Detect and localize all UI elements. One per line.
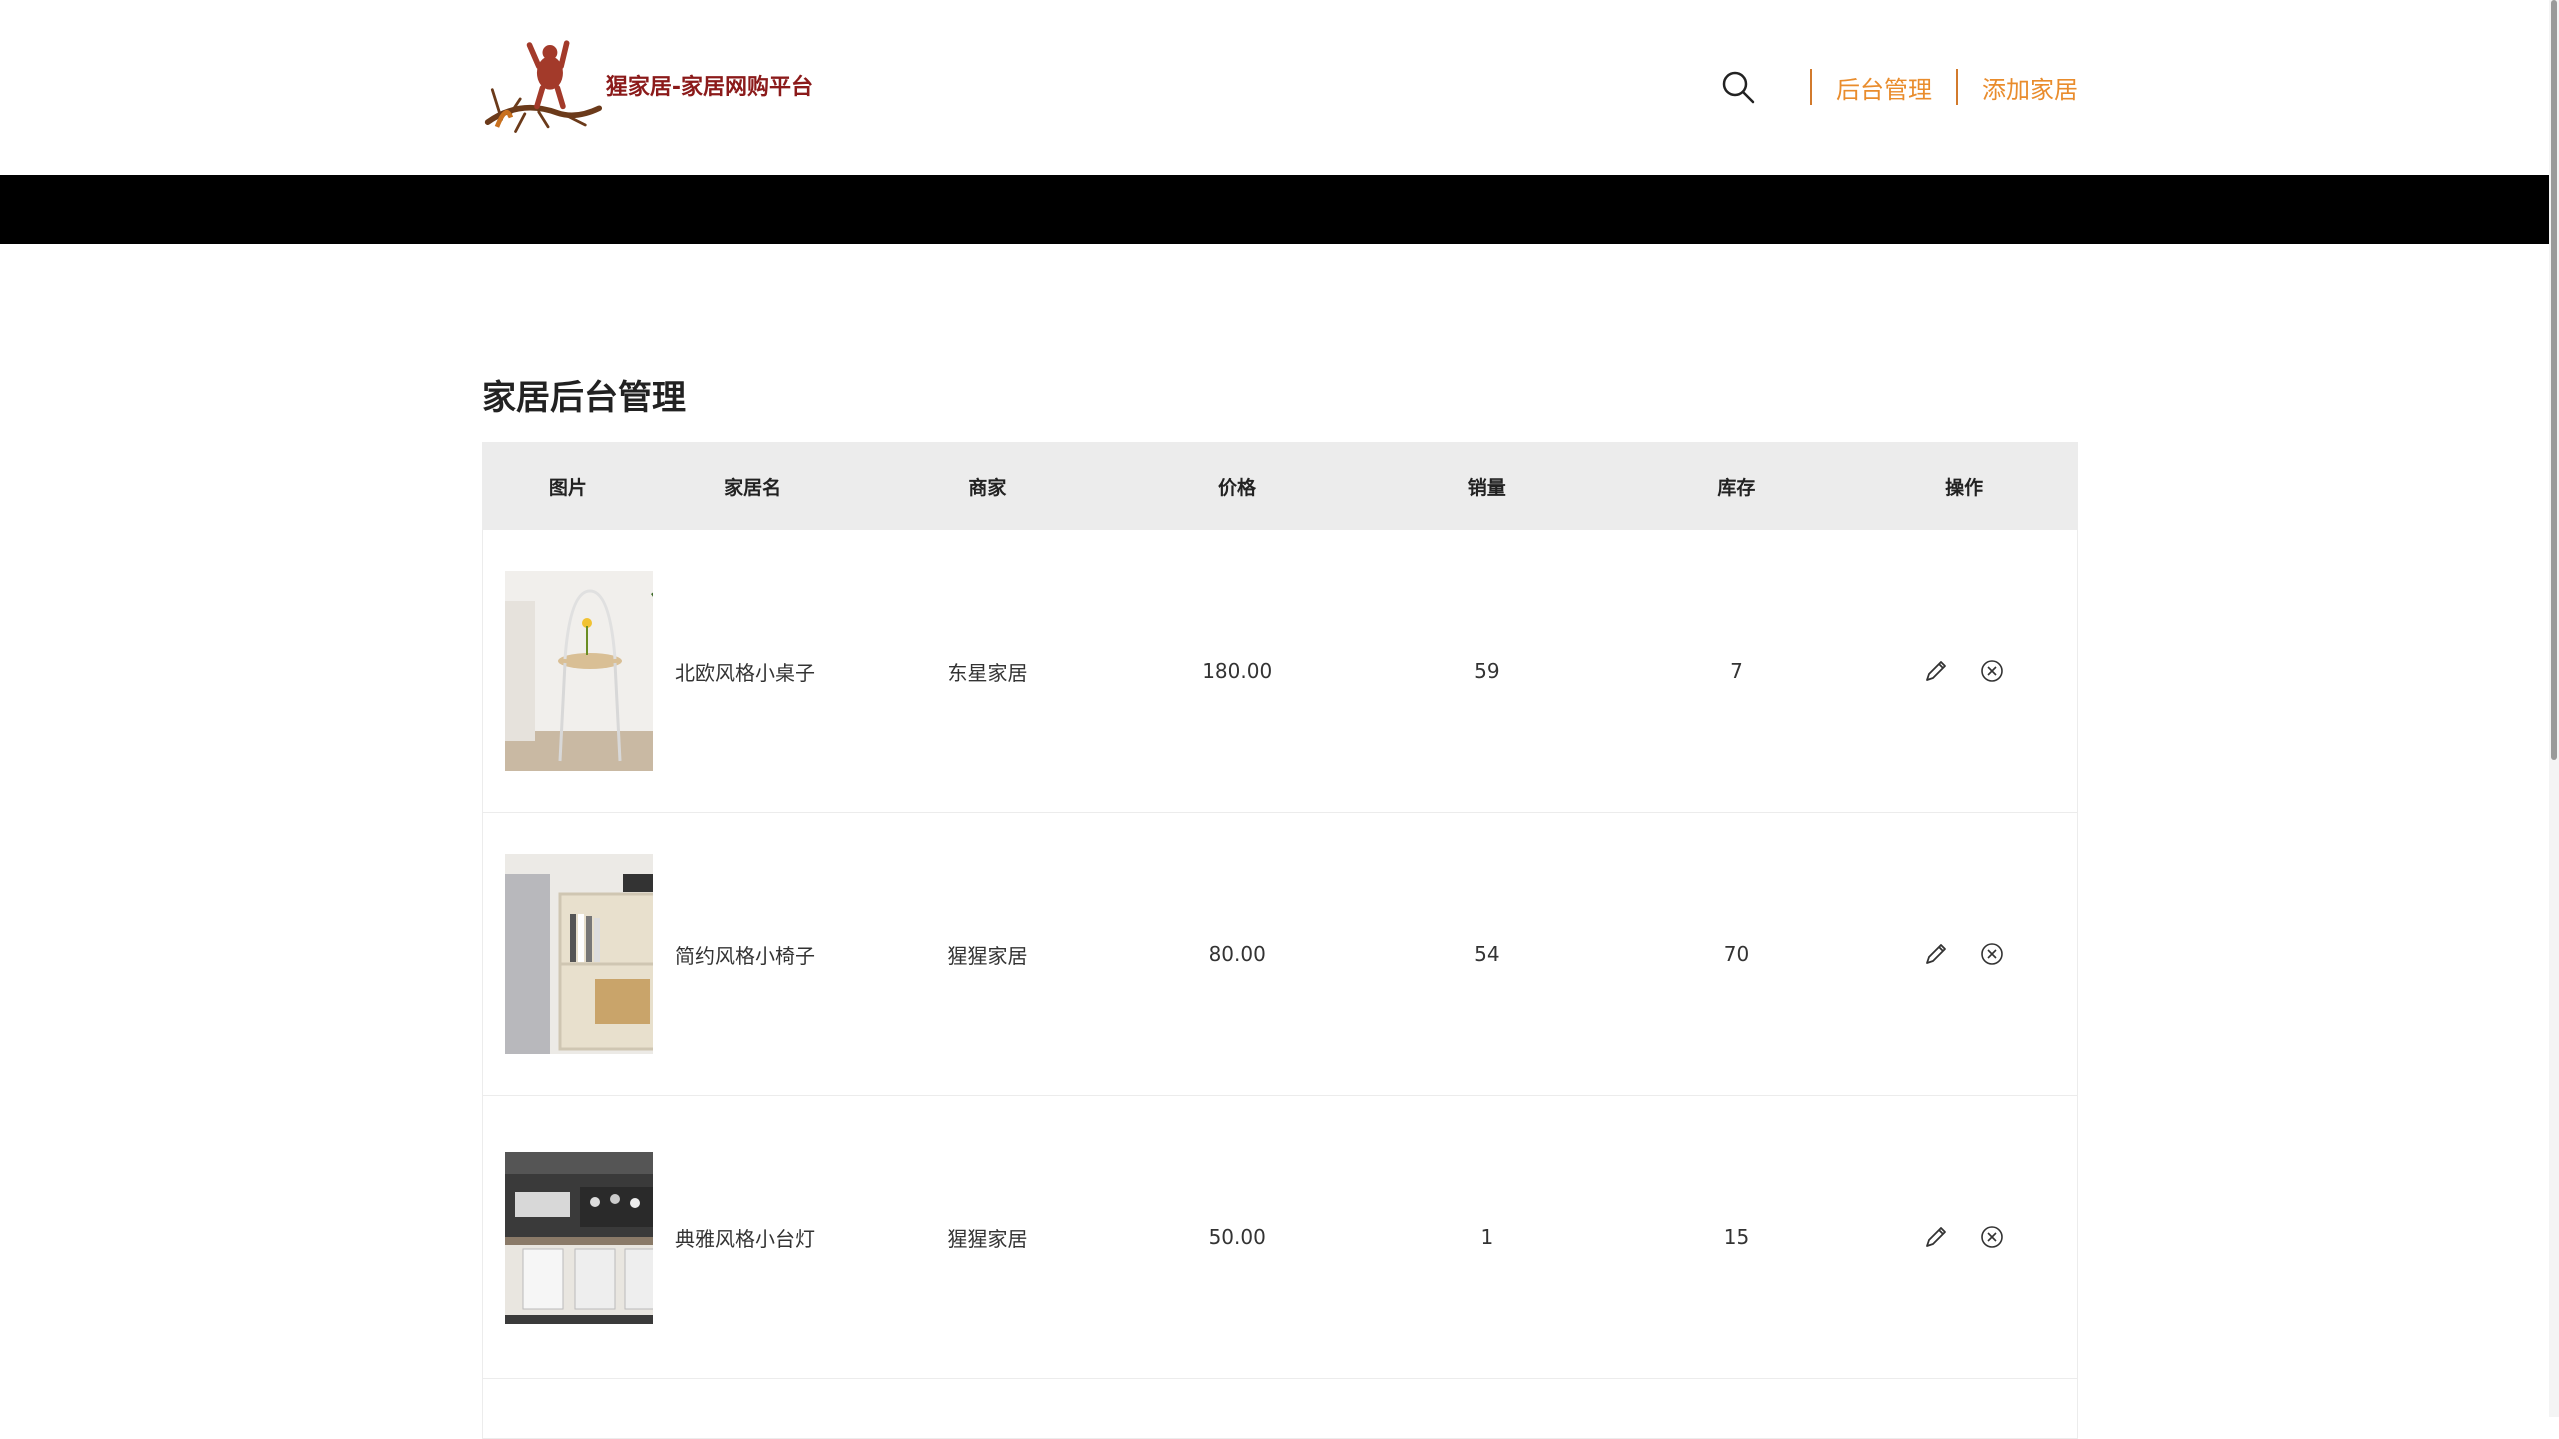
product-price: 80.00 [1208, 942, 1266, 966]
row-actions [1851, 1223, 2077, 1251]
nav-admin-link[interactable]: 后台管理 [1836, 70, 1932, 105]
product-stock: 70 [1723, 942, 1750, 966]
page-scrollbar[interactable] [2549, 0, 2559, 1417]
column-header-stock: 库存 [1717, 476, 1756, 499]
product-sales: 54 [1474, 942, 1500, 966]
column-header-price: 价格 [1218, 476, 1257, 499]
product-name: 简约风格小椅子 [675, 943, 815, 968]
product-sales: 59 [1474, 659, 1500, 683]
table-row: 典雅风格小台灯 猩猩家居 50.00 1 15 [483, 1095, 2077, 1378]
logo-gorilla-branch-image [484, 40, 602, 133]
table-header: 图片 家居名 商家 价格 销量 库存 操作 [483, 443, 2077, 529]
scrollbar-thumb[interactable] [2551, 0, 2557, 760]
edit-pencil-icon[interactable] [1922, 940, 1950, 968]
column-header-actions: 操作 [1945, 476, 1984, 499]
product-price: 50.00 [1208, 1225, 1266, 1249]
site-header: 猩家居-家居网购平台 后台管理 添加家居 [0, 0, 2559, 175]
column-header-shop: 商家 [968, 476, 1007, 499]
nav-divider [1956, 69, 1958, 105]
table-row: 简约风格小椅子 猩猩家居 80.00 54 70 [483, 812, 2077, 1095]
header-banner-bar [0, 175, 2559, 244]
site-logo[interactable]: 猩家居-家居网购平台 [483, 30, 813, 140]
product-name: 典雅风格小台灯 [675, 1226, 815, 1251]
row-actions [1851, 657, 2077, 685]
logo-text: 猩家居-家居网购平台 [605, 75, 813, 100]
product-sales: 1 [1480, 1225, 1494, 1249]
product-shop: 猩猩家居 [947, 943, 1028, 968]
product-name: 北欧风格小桌子 [675, 660, 815, 685]
delete-close-circle-icon[interactable] [1978, 657, 2006, 685]
furniture-table: 图片 家居名 商家 价格 销量 库存 操作 北欧风格小桌子 东星家居 180.0… [482, 442, 2078, 1439]
product-shop: 东星家居 [947, 660, 1028, 685]
product-stock: 7 [1730, 659, 1743, 683]
delete-close-circle-icon[interactable] [1978, 1223, 2006, 1251]
product-price: 180.00 [1202, 659, 1273, 683]
nav-add-furniture-link[interactable]: 添加家居 [1982, 70, 2078, 105]
product-thumbnail[interactable] [505, 1137, 653, 1337]
product-thumbnail[interactable] [505, 571, 653, 771]
product-shop: 猩猩家居 [947, 1226, 1028, 1251]
column-header-image: 图片 [548, 476, 587, 499]
delete-close-circle-icon[interactable] [1978, 940, 2006, 968]
edit-pencil-icon[interactable] [1922, 1223, 1950, 1251]
table-row-partial [483, 1378, 2077, 1438]
product-thumbnail[interactable] [505, 854, 653, 1054]
column-header-name: 家居名 [724, 476, 782, 499]
nav-divider [1810, 69, 1812, 105]
header-nav: 后台管理 添加家居 [1716, 62, 2078, 112]
product-stock: 15 [1723, 1225, 1750, 1249]
edit-pencil-icon[interactable] [1922, 657, 1950, 685]
row-actions [1851, 940, 2077, 968]
column-header-sales: 销量 [1467, 476, 1506, 499]
table-row: 北欧风格小桌子 东星家居 180.00 59 7 [483, 529, 2077, 812]
search-icon[interactable] [1716, 65, 1760, 109]
page-title: 家居后台管理 [482, 378, 686, 418]
